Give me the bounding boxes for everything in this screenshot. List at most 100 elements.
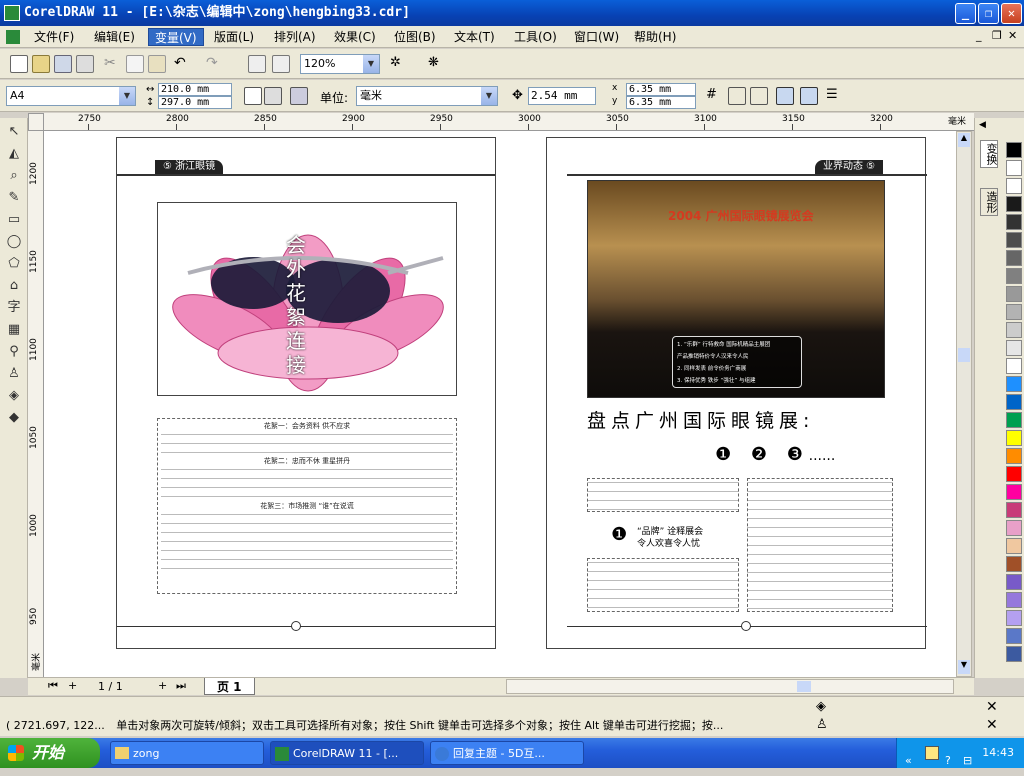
color-swatch[interactable]	[1006, 628, 1022, 644]
close-button[interactable]: ✕	[1001, 3, 1022, 24]
scroll-down-icon[interactable]: ▼	[958, 660, 970, 674]
color-swatch[interactable]	[1006, 196, 1022, 212]
doc-restore-button[interactable]: ❐	[992, 29, 1002, 42]
menu-edit[interactable]: 编辑(E)	[88, 28, 141, 46]
menu-help[interactable]: 帮助(H)	[628, 28, 682, 46]
menu-effects[interactable]: 效果(C)	[328, 28, 382, 46]
left-page[interactable]: ⑤ 浙江眼镜 会外花絮连接 花絮一：会务资料 供不应求 花絮二：忠而不休 重星拼…	[116, 137, 496, 649]
menu-text[interactable]: 文本(T)	[448, 28, 501, 46]
docker-collapse-icon[interactable]: ◀	[979, 120, 986, 130]
menu-bitmaps[interactable]: 位图(B)	[388, 28, 442, 46]
fill-indicator-icon[interactable]: ◈	[816, 699, 826, 714]
color-swatch[interactable]	[1006, 214, 1022, 230]
color-swatch[interactable]	[1006, 160, 1022, 176]
redo-icon[interactable]: ↷	[206, 55, 224, 73]
left-article-textbox[interactable]: 花絮一：会务资料 供不应求 花絮二：忠而不休 重星拼丹 花絮三：市场推测 “谁”…	[157, 418, 457, 594]
minimize-button[interactable]: _	[955, 3, 976, 24]
outline-tool-icon[interactable]: ♙	[4, 364, 24, 384]
drawing-canvas[interactable]: ⑤ 浙江眼镜 会外花絮连接 花絮一：会务资料 供不应求 花絮二：忠而不休 重星拼…	[44, 131, 956, 677]
snap-grid-icon[interactable]: #	[706, 87, 724, 105]
application-launcher-icon[interactable]: ✲	[390, 55, 408, 73]
interactive-fill-icon[interactable]: ◆	[4, 408, 24, 428]
shape-tool-icon[interactable]: ◭	[4, 144, 24, 164]
snap-guidelines-icon[interactable]	[728, 87, 746, 105]
network-icon[interactable]: ⊟	[963, 746, 972, 776]
right-body-textbox-2[interactable]	[747, 478, 893, 612]
color-swatch[interactable]	[1006, 556, 1022, 572]
right-page[interactable]: 业界动态 ⑤ 2004 广州国际眼镜展览会 1. “乐群” 行特救命 国际机精品…	[546, 137, 927, 649]
horizontal-ruler[interactable]: 2750 2800 2850 2900 2950 3000 3050 3100 3150 3200…	[44, 113, 974, 131]
color-swatch[interactable]	[1006, 178, 1022, 194]
basic-shapes-icon[interactable]: ⌂	[4, 276, 24, 296]
eyedropper-icon[interactable]: ⚲	[4, 342, 24, 362]
color-swatch[interactable]	[1006, 430, 1022, 446]
color-swatch[interactable]	[1006, 610, 1022, 626]
add-page-icon[interactable]: +	[68, 679, 77, 692]
paste-icon[interactable]	[148, 55, 166, 73]
color-swatch[interactable]	[1006, 322, 1022, 338]
color-swatch[interactable]	[1006, 286, 1022, 302]
nudge-field[interactable]: 2.54 mm	[528, 87, 596, 105]
color-swatch[interactable]	[1006, 268, 1022, 284]
color-swatch[interactable]	[1006, 250, 1022, 266]
polygon-tool-icon[interactable]: ⬠	[4, 254, 24, 274]
facing-pages-icon[interactable]	[290, 87, 308, 105]
outline-indicator-icon[interactable]: ♙	[816, 717, 828, 732]
chevron-down-icon[interactable]: ▼	[363, 55, 379, 73]
page-tab[interactable]: 页 1	[204, 678, 255, 695]
color-swatch[interactable]	[1006, 520, 1022, 536]
hscroll-thumb[interactable]	[797, 681, 811, 692]
add-page-after-icon[interactable]: +	[158, 679, 167, 692]
color-swatch[interactable]	[1006, 448, 1022, 464]
color-swatch[interactable]	[1006, 574, 1022, 590]
snap-objects-icon[interactable]	[750, 87, 768, 105]
text-tool-icon[interactable]: 字	[4, 298, 24, 318]
color-swatch[interactable]	[1006, 412, 1022, 428]
save-icon[interactable]	[54, 55, 72, 73]
ruler-origin[interactable]	[28, 113, 44, 131]
color-swatch[interactable]	[1006, 466, 1022, 482]
copy-icon[interactable]	[126, 55, 144, 73]
ellipse-tool-icon[interactable]: ◯	[4, 232, 24, 252]
options-icon[interactable]: ☰	[826, 87, 844, 105]
menu-view[interactable]: 变量(V)	[148, 28, 204, 46]
unit-combo[interactable]: 毫米 ▼	[356, 86, 498, 106]
zoom-tool-icon[interactable]: ⌕	[4, 166, 24, 186]
menu-window[interactable]: 窗口(W)	[568, 28, 625, 46]
color-swatch[interactable]	[1006, 340, 1022, 356]
task-zong[interactable]: zong	[110, 741, 264, 765]
freehand-tool-icon[interactable]: ✎	[4, 188, 24, 208]
menu-tools[interactable]: 工具(O)	[508, 28, 563, 46]
page-width-field[interactable]: 210.0 mm	[158, 83, 232, 96]
scroll-thumb[interactable]	[958, 348, 970, 362]
fill-tool-icon[interactable]: ◈	[4, 386, 24, 406]
page-height-field[interactable]: 297.0 mm	[158, 96, 232, 109]
sunglasses-image[interactable]: 会外花絮连接	[157, 202, 457, 396]
docker-tab-transform[interactable]: 变换	[980, 140, 998, 168]
scroll-up-icon[interactable]: ▲	[958, 133, 970, 147]
doc-icon[interactable]	[6, 30, 20, 44]
corel-online-icon[interactable]: ❋	[428, 55, 446, 73]
doc-close-button[interactable]: ✕	[1008, 29, 1017, 42]
right-body-textbox-1[interactable]	[587, 558, 739, 612]
chevron-down-icon[interactable]: ▼	[119, 87, 135, 105]
tray-app-icon[interactable]	[925, 746, 939, 760]
duplicate-x-field[interactable]: 6.35 mm	[626, 83, 696, 96]
menu-file[interactable]: 文件(F)	[28, 28, 80, 46]
color-swatch[interactable]	[1006, 394, 1022, 410]
pick-tool-icon[interactable]: ↖	[4, 122, 24, 142]
right-intro-textbox[interactable]	[587, 478, 739, 512]
color-swatch[interactable]	[1006, 484, 1022, 500]
open-icon[interactable]	[32, 55, 50, 73]
first-page-icon[interactable]: ⏮	[48, 679, 58, 693]
docker-tab-shaping[interactable]: 造形	[980, 188, 998, 216]
color-swatch[interactable]	[1006, 376, 1022, 392]
task-browser[interactable]: 回复主题 - 5D互...	[430, 741, 584, 765]
export-icon[interactable]	[272, 55, 290, 73]
expo-photo[interactable]: 2004 广州国际眼镜展览会 1. “乐群” 行特救命 国际机精品主展团 产品推…	[587, 180, 885, 398]
duplicate-y-field[interactable]: 6.35 mm	[626, 96, 696, 109]
new-icon[interactable]	[10, 55, 28, 73]
interactive-blend-icon[interactable]: ▦	[4, 320, 24, 340]
rectangle-tool-icon[interactable]: ▭	[4, 210, 24, 230]
vertical-scrollbar[interactable]: ▲ ▼	[956, 131, 972, 677]
